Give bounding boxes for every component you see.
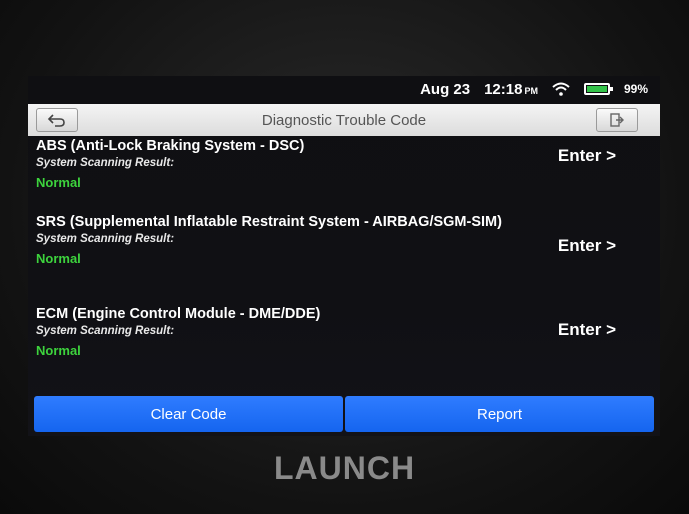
status-date: Aug 23 [420, 80, 471, 98]
system-name: SRS (Supplemental Inflatable Restraint S… [36, 214, 502, 230]
scan-result-value: Normal [36, 175, 81, 190]
list-item-abs[interactable]: ABS (Anti-Lock Braking System - DSC) Sys… [28, 138, 660, 214]
report-button[interactable]: Report [345, 396, 654, 432]
action-bar: Clear Code Report [34, 396, 654, 432]
exit-button[interactable] [596, 108, 638, 132]
back-arrow-icon [47, 114, 65, 127]
exit-icon [610, 113, 624, 127]
page-title: Diagnostic Trouble Code [261, 111, 427, 129]
battery-percent: 99% [623, 82, 648, 96]
list-item-ecm[interactable]: ECM (Engine Control Module - DME/DDE) Sy… [28, 306, 660, 378]
back-button[interactable] [36, 108, 78, 132]
battery-icon [583, 83, 613, 95]
wifi-icon [552, 82, 570, 96]
status-bar: Aug 23 12:18 PM 99% [28, 76, 660, 102]
status-ampm: PM [524, 85, 538, 96]
system-list: ABS (Anti-Lock Braking System - DSC) Sys… [28, 138, 660, 378]
system-name: ABS (Anti-Lock Braking System - DSC) [36, 138, 305, 154]
brand-logo: LAUNCH [273, 450, 416, 486]
status-time: 12:18 PM [484, 80, 538, 98]
list-item-srs[interactable]: SRS (Supplemental Inflatable Restraint S… [28, 214, 660, 306]
enter-button[interactable]: Enter > [558, 146, 616, 166]
title-bar: Diagnostic Trouble Code [28, 104, 660, 136]
enter-button[interactable]: Enter > [558, 236, 616, 256]
system-name: ECM (Engine Control Module - DME/DDE) [36, 306, 321, 322]
device-screen: Aug 23 12:18 PM 99% Diagnostic Trouble Co… [28, 76, 660, 436]
clear-code-button[interactable]: Clear Code [34, 396, 343, 432]
enter-button[interactable]: Enter > [558, 320, 616, 340]
scan-result-value: Normal [36, 343, 81, 358]
